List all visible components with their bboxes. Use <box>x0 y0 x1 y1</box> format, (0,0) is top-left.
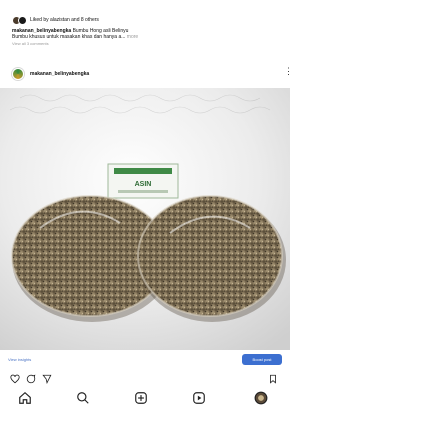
comment-icon[interactable] <box>26 374 36 384</box>
add-post-icon[interactable] <box>134 391 148 405</box>
home-icon[interactable] <box>18 391 32 405</box>
likes-text[interactable]: Liked by alazistan and 8 others <box>30 17 99 23</box>
share-icon[interactable] <box>42 374 52 384</box>
bottom-nav <box>0 384 425 425</box>
activity-icon[interactable] <box>192 391 206 405</box>
insights-bar: View insights Boost post <box>0 350 290 368</box>
post-photo[interactable]: ASIN <box>0 88 290 350</box>
post-info-header: Liked by alazistan and 8 others makanan_… <box>0 0 425 60</box>
liker-avatars <box>12 15 27 25</box>
caption: makanan_belinyabengka Bumbu Hong asli Be… <box>12 28 312 40</box>
search-icon[interactable] <box>76 391 90 405</box>
save-icon[interactable] <box>268 374 278 384</box>
sticker-label: ASIN <box>135 181 152 188</box>
view-insights-link[interactable]: View insights <box>8 357 31 362</box>
more-vertical-icon[interactable]: ⋮ <box>284 66 293 76</box>
boost-post-button[interactable]: Boost post <box>242 353 282 365</box>
view-comments-link[interactable]: View all 3 comments <box>12 41 425 46</box>
post-header: makanan_belinyabengka ⋮ <box>0 60 425 88</box>
more-link[interactable]: more <box>127 34 138 40</box>
post-username[interactable]: makanan_belinyabengka <box>30 71 89 77</box>
avatar <box>18 15 27 25</box>
like-icon[interactable] <box>10 374 20 384</box>
profile-icon[interactable] <box>254 391 268 405</box>
food-photo: ASIN <box>0 88 290 350</box>
likes-row[interactable]: Liked by alazistan and 8 others <box>12 14 425 26</box>
caption-text-2: Bumbu khusus untuk masakan khas dan hany… <box>12 34 126 40</box>
avatar[interactable] <box>12 68 24 80</box>
